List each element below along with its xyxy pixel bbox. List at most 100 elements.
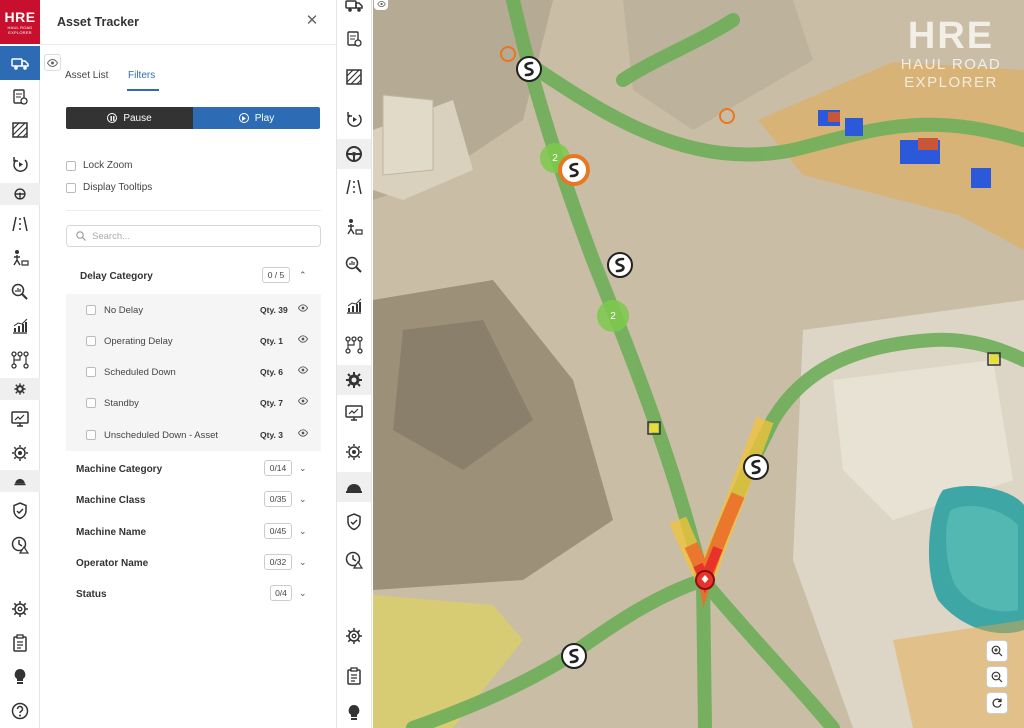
shield-check-icon[interactable] xyxy=(337,507,371,537)
display-tooltips-option[interactable]: Display Tooltips xyxy=(66,182,152,193)
search-icon xyxy=(76,231,86,241)
search-box[interactable] xyxy=(66,225,321,247)
chevron-up-icon[interactable]: ⌃ xyxy=(299,270,307,281)
eye-icon[interactable] xyxy=(298,304,308,312)
machine-class-header[interactable]: Machine Class 0/35 ⌄ xyxy=(76,491,308,509)
help-icon[interactable] xyxy=(0,694,40,728)
chevron-down-icon[interactable]: ⌄ xyxy=(299,494,307,505)
list-item[interactable]: Scheduled Down Qty. 6 xyxy=(86,365,316,379)
eye-icon[interactable] xyxy=(298,366,308,374)
chevron-down-icon[interactable]: ⌄ xyxy=(299,557,307,568)
zoom-in-icon[interactable] xyxy=(986,640,1008,662)
clock-warning-icon[interactable] xyxy=(337,545,371,575)
item-qty: Qty. 3 xyxy=(260,430,283,440)
list-item[interactable]: No Delay Qty. 39 xyxy=(86,303,316,317)
delay-category-header[interactable]: Delay Category 0 / 5 ⌃ xyxy=(80,267,312,285)
cog-icon[interactable] xyxy=(337,437,371,467)
clock-warning-icon[interactable] xyxy=(0,528,40,562)
bar-chart-icon[interactable] xyxy=(337,291,371,321)
workers-icon[interactable] xyxy=(337,212,371,242)
helmet-group-icon[interactable] xyxy=(337,472,371,502)
lightbulb-icon[interactable] xyxy=(0,660,40,694)
chevron-down-icon[interactable]: ⌄ xyxy=(299,463,307,474)
haul-truck-marker[interactable] xyxy=(561,643,587,669)
list-item[interactable]: Unscheduled Down - Asset Qty. 3 xyxy=(86,428,316,442)
item-qty: Qty. 7 xyxy=(260,398,283,408)
zoom-out-icon[interactable] xyxy=(986,666,1008,688)
settings-icon[interactable] xyxy=(0,592,40,626)
chevron-down-icon[interactable]: ⌄ xyxy=(299,526,307,537)
gear-group-icon[interactable] xyxy=(0,378,40,400)
checkbox[interactable] xyxy=(86,305,96,315)
replay-icon[interactable] xyxy=(0,147,40,181)
search-input[interactable] xyxy=(92,230,302,242)
truck-icon[interactable] xyxy=(0,46,40,80)
lock-zoom-checkbox[interactable] xyxy=(66,160,76,171)
list-item[interactable]: Operating Delay Qty. 1 xyxy=(86,334,316,348)
helmet-group-icon[interactable] xyxy=(0,470,40,492)
hierarchy-icon[interactable] xyxy=(0,343,40,377)
map-cluster[interactable]: 2 xyxy=(597,300,629,332)
hatch-icon[interactable] xyxy=(337,62,371,92)
steering-group-icon[interactable] xyxy=(0,183,40,205)
eye-icon[interactable] xyxy=(374,0,388,10)
lock-zoom-option[interactable]: Lock Zoom xyxy=(66,160,132,171)
haul-truck-marker[interactable] xyxy=(607,252,633,278)
steering-group-icon[interactable] xyxy=(337,139,371,169)
bar-chart-icon[interactable] xyxy=(0,309,40,343)
hatch-icon[interactable] xyxy=(0,113,40,147)
machine-category-header[interactable]: Machine Category 0/14 ⌄ xyxy=(76,460,308,478)
eye-icon[interactable] xyxy=(298,397,308,405)
status-header[interactable]: Status 0/4 ⌄ xyxy=(76,585,308,603)
search-chart-icon[interactable] xyxy=(337,250,371,280)
visibility-toggle-icon[interactable] xyxy=(44,54,61,71)
play-button[interactable]: Play xyxy=(193,107,320,129)
lightbulb-icon[interactable] xyxy=(337,698,371,728)
document-check-icon[interactable] xyxy=(0,80,40,114)
close-icon[interactable]: ✕ xyxy=(305,13,319,28)
machine-name-header[interactable]: Machine Name 0/45 ⌄ xyxy=(76,523,308,541)
operator-name-header[interactable]: Operator Name 0/32 ⌄ xyxy=(76,554,308,572)
haul-truck-marker[interactable] xyxy=(516,56,542,82)
checkbox[interactable] xyxy=(86,430,96,440)
cluster-count: 2 xyxy=(552,152,558,164)
tab-asset-list[interactable]: Asset List xyxy=(65,70,108,81)
monitor-icon[interactable] xyxy=(337,398,371,428)
road-curve-icon xyxy=(569,648,579,664)
workers-icon[interactable] xyxy=(0,241,40,275)
category-label: Machine Category xyxy=(76,463,163,475)
selected-haul-truck-marker[interactable] xyxy=(558,154,590,186)
checkbox[interactable] xyxy=(86,398,96,408)
gear-group-icon[interactable] xyxy=(337,365,371,395)
display-tooltips-checkbox[interactable] xyxy=(66,182,76,193)
clipboard-icon[interactable] xyxy=(337,661,371,691)
truck-icon[interactable] xyxy=(337,0,371,20)
item-label: Unscheduled Down - Asset xyxy=(104,429,219,441)
road-curve-icon xyxy=(524,61,534,77)
shield-check-icon[interactable] xyxy=(0,494,40,528)
road-icon[interactable] xyxy=(337,172,371,202)
eye-icon[interactable] xyxy=(298,429,308,437)
settings-icon[interactable] xyxy=(337,621,371,651)
hierarchy-icon[interactable] xyxy=(337,330,371,360)
eye-icon[interactable] xyxy=(298,335,308,343)
list-item[interactable]: Standby Qty. 7 xyxy=(86,396,316,410)
pause-icon xyxy=(107,113,118,123)
checkbox[interactable] xyxy=(86,367,96,377)
tab-filters[interactable]: Filters xyxy=(128,70,155,81)
reset-icon[interactable] xyxy=(986,692,1008,714)
replay-icon[interactable] xyxy=(337,104,371,134)
monitor-icon[interactable] xyxy=(0,402,40,436)
search-chart-icon[interactable] xyxy=(0,275,40,309)
pause-button[interactable]: Pause xyxy=(66,107,193,129)
checkbox[interactable] xyxy=(86,336,96,346)
pause-label: Pause xyxy=(123,112,152,124)
chevron-down-icon[interactable]: ⌄ xyxy=(299,588,307,599)
cog-icon[interactable] xyxy=(0,436,40,470)
delay-category-count: 0 / 5 xyxy=(262,267,290,283)
haul-truck-marker[interactable] xyxy=(743,454,769,480)
map-view[interactable]: HRE HAUL ROAD EXPLORER 2 2 xyxy=(373,0,1024,728)
road-icon[interactable] xyxy=(0,207,40,241)
document-check-icon[interactable] xyxy=(337,24,371,54)
clipboard-icon[interactable] xyxy=(0,626,40,660)
